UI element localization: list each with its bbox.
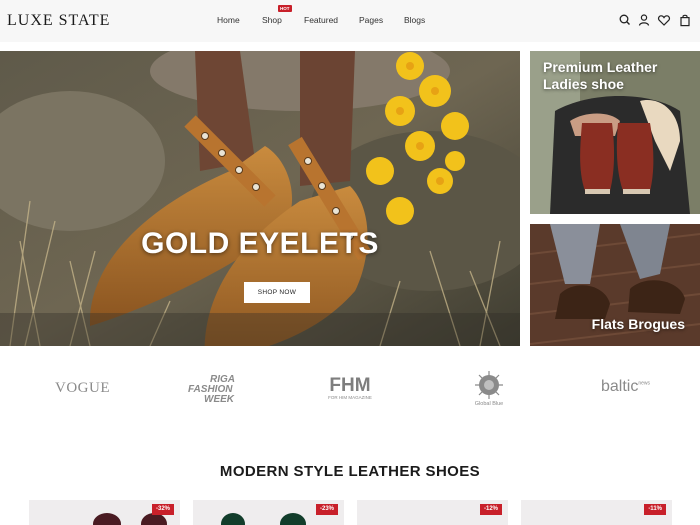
hero-title: GOLD EYELETS: [141, 227, 379, 260]
hero-slider[interactable]: GOLD EYELETS SHOP NOW: [0, 51, 520, 346]
product-card[interactable]: -12%: [357, 500, 508, 525]
premium-banner-line2: Ladies shoe: [543, 76, 624, 92]
discount-badge: -11%: [644, 504, 666, 515]
banner-flats-brogues[interactable]: Flats Brogues: [530, 224, 700, 346]
brand-baltic[interactable]: balticnews: [601, 378, 650, 396]
brand-global-blue-text: Global Blue: [474, 401, 504, 407]
product-card[interactable]: -32%: [29, 500, 180, 525]
user-icon[interactable]: [637, 13, 651, 27]
bag-icon[interactable]: [678, 13, 692, 27]
brand-vogue[interactable]: VOGUE: [55, 380, 110, 397]
global-blue-logo-icon: [475, 371, 503, 399]
nav-blogs[interactable]: Blogs: [404, 15, 425, 25]
nav-shop[interactable]: Shop: [262, 15, 282, 25]
nav-pages[interactable]: Pages: [359, 15, 383, 25]
brand-vogue-text: VOGUE: [55, 380, 110, 396]
brand-riga-line3: WEEK: [204, 394, 234, 405]
brand-global-blue[interactable]: Global Blue: [472, 370, 506, 407]
discount-badge: -32%: [151, 504, 174, 515]
brand-fhm-sub: FOR HIM MAGAZINE: [328, 395, 372, 400]
logo[interactable]: LUXE STATE: [7, 12, 110, 30]
brogues-banner-title: Flats Brogues: [591, 316, 685, 332]
brand-baltic-sub: news: [638, 380, 651, 387]
brand-riga-fashion-week[interactable]: RIGA FASHION WEEK: [188, 375, 235, 405]
banner-premium-leather[interactable]: Premium Leather Ladies shoe: [530, 51, 700, 214]
heart-icon[interactable]: [657, 13, 671, 27]
premium-banner-line1: Premium Leather: [543, 59, 658, 75]
discount-badge: -23%: [315, 504, 338, 515]
search-icon[interactable]: [618, 13, 632, 27]
nav-home[interactable]: Home: [217, 15, 240, 25]
premium-banner-title: Premium Leather Ladies shoe: [543, 59, 657, 93]
product-card[interactable]: -11%: [521, 500, 672, 525]
section-title: MODERN STYLE LEATHER SHOES: [219, 463, 481, 480]
shop-now-button[interactable]: SHOP NOW: [244, 282, 310, 303]
brand-fhm[interactable]: FHM FOR HIM MAGAZINE: [326, 375, 374, 401]
logo-text: LUXE STATE: [7, 12, 111, 29]
hot-badge: HOT: [278, 5, 292, 12]
discount-badge: -12%: [479, 504, 502, 515]
brand-fhm-text: FHM: [329, 375, 371, 396]
product-card[interactable]: -23%: [193, 500, 344, 525]
nav-featured[interactable]: Featured: [304, 15, 338, 25]
header-actions: [618, 13, 694, 27]
brand-baltic-text: baltic: [601, 378, 639, 395]
site-header: LUXE STATE Home Shop HOT Featured Pages …: [0, 0, 700, 42]
